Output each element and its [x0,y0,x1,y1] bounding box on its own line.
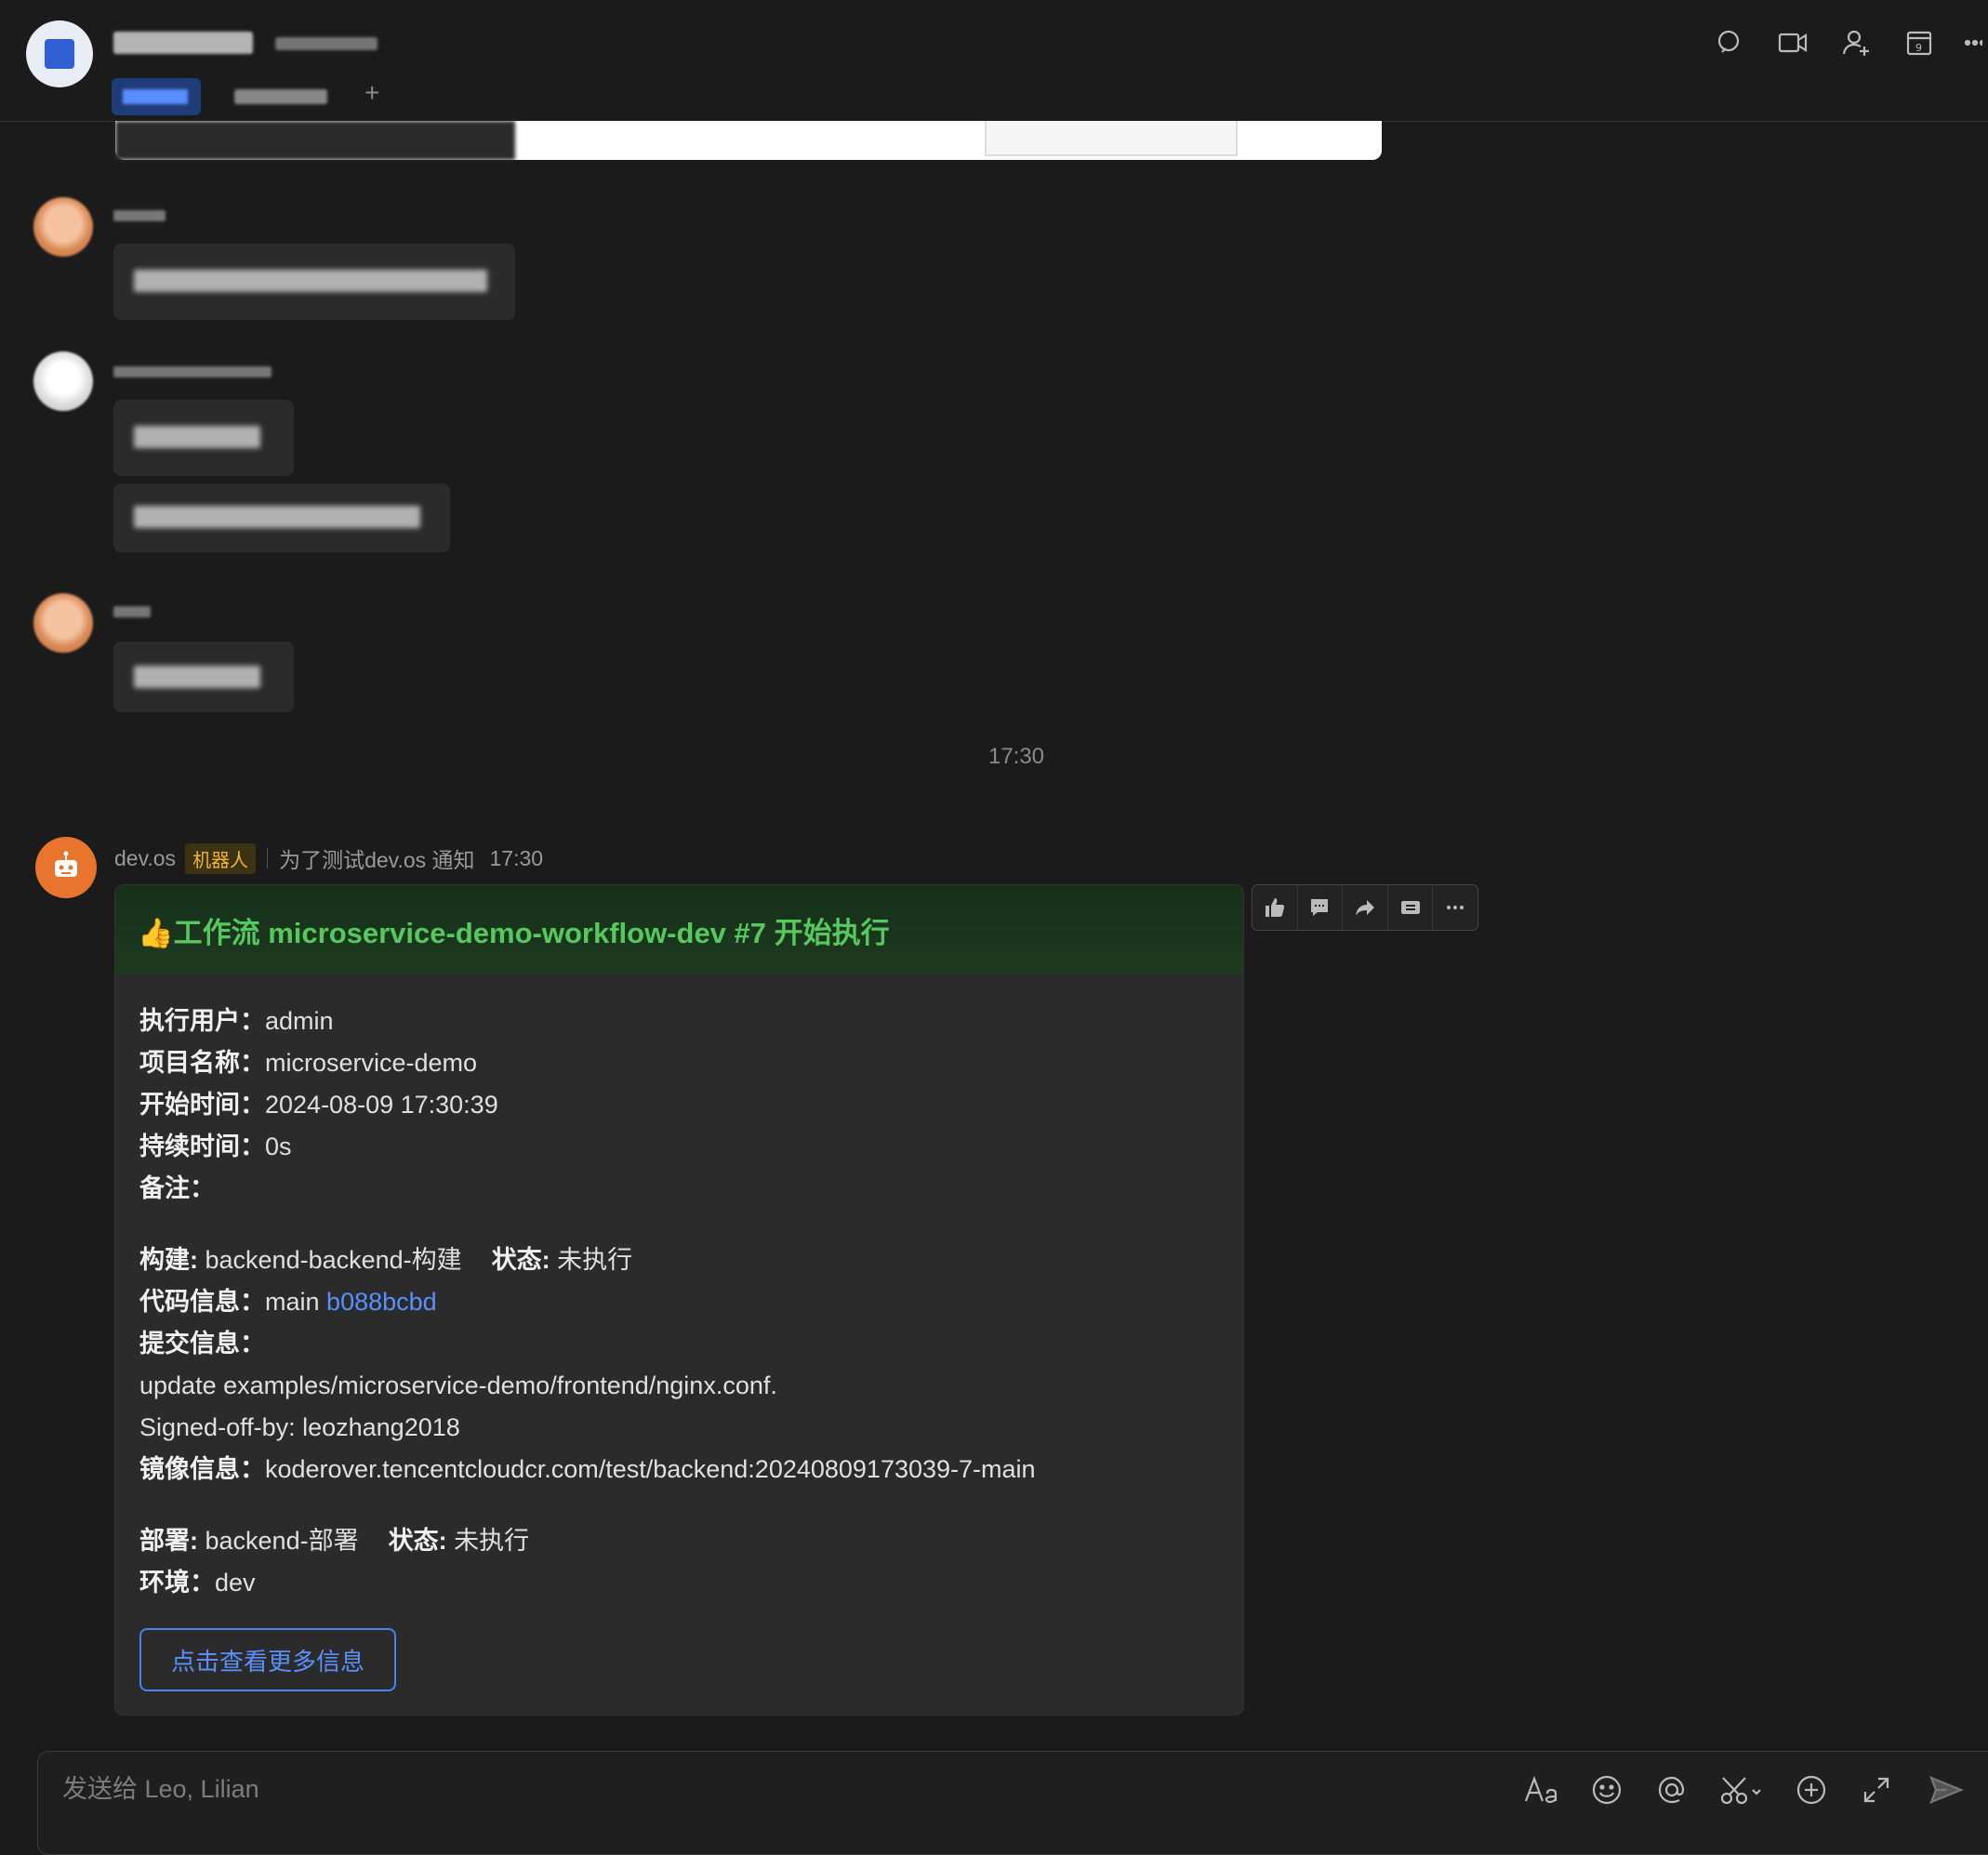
forward-icon[interactable] [1343,885,1388,930]
sender-name-redacted [113,606,151,617]
message-bubble[interactable] [113,244,515,320]
expand-icon[interactable] [1858,1771,1895,1809]
commit-msg-row: 提交信息： [139,1330,265,1358]
commit-link[interactable]: b088bcbd [326,1288,437,1316]
sender-name[interactable]: dev.os [114,846,176,871]
commit-msg-line1: update examples/microservice-demo/fronte… [139,1371,777,1399]
sender-name-redacted [113,366,272,378]
field-duration: 持续时间：0s [139,1133,292,1160]
header-actions: 9 [1711,24,1988,61]
message-bubble[interactable] [113,484,450,552]
quote-icon[interactable] [1388,885,1434,930]
code-info-row: 代码信息：main b088bcbd [139,1288,437,1316]
deploy-row: 部署: backend-部署 状态: 未执行 [139,1527,530,1555]
format-icon[interactable] [1523,1771,1560,1809]
bot-avatar[interactable] [35,837,97,898]
card-header: 👍工作流 microservice-demo-workflow-dev #7 开… [115,885,1243,974]
card-title: 👍工作流 microservice-demo-workflow-dev #7 开… [138,917,890,949]
card-body: 执行用户：admin 项目名称：microservice-demo 开始时间：2… [139,1000,1237,1604]
message-bubble[interactable] [113,642,294,712]
bot-meta: dev.os 机器人 为了测试dev.os 通知 17:30 [114,842,543,874]
add-tab-button[interactable]: + [364,78,379,108]
field-start-time: 开始时间：2024-08-09 17:30:39 [139,1091,498,1119]
divider [267,848,269,868]
group-avatar[interactable] [26,20,93,87]
field-user: 执行用户：admin [139,1007,334,1035]
chat-title-redacted [113,32,253,54]
mention-icon[interactable] [1653,1771,1690,1809]
plus-icon[interactable] [1793,1771,1830,1809]
calendar-icon[interactable]: 9 [1901,24,1938,61]
avatar[interactable] [33,351,93,411]
send-icon[interactable] [1923,1771,1969,1809]
message-action-bar [1252,884,1478,931]
notification-card: 👍工作流 microservice-demo-workflow-dev #7 开… [114,884,1244,1716]
more-icon[interactable] [1964,24,1982,61]
message-time: 17:30 [489,845,544,870]
avatar[interactable] [33,593,93,653]
avatar[interactable] [33,197,93,257]
message-source: 为了测试dev.os 通知 [279,848,475,872]
add-member-icon[interactable] [1837,24,1875,61]
time-divider: 17:30 [987,744,1045,769]
message-input[interactable] [60,1774,1459,1805]
comment-icon[interactable] [1298,885,1344,930]
sender-name-redacted [113,210,166,221]
commit-msg-line2: Signed-off-by: leozhang2018 [139,1413,460,1441]
bot-badge: 机器人 [185,842,257,874]
tab-docs-redacted[interactable] [234,89,327,104]
video-call-icon[interactable] [1774,24,1811,61]
tab-messages[interactable] [112,78,201,115]
env-row: 环境：dev [139,1569,256,1597]
previous-card-remnant [115,121,1382,160]
thumbs-up-icon[interactable] [1252,885,1298,930]
view-more-button[interactable]: 点击查看更多信息 [139,1628,396,1691]
search-icon[interactable] [1711,24,1748,61]
composer-toolbar [1523,1771,1988,1809]
thumbs-up-emoji: 👍 [138,917,174,949]
emoji-icon[interactable] [1588,1771,1625,1809]
build-row: 构建: backend-backend-构建 状态: 未执行 [139,1246,633,1274]
field-note: 备注： [139,1174,215,1202]
message-bubble[interactable] [113,400,294,476]
svg-text:9: 9 [1915,42,1922,54]
field-project: 项目名称：microservice-demo [139,1049,478,1077]
chat-subtitle-redacted [275,37,378,50]
screenshot-icon[interactable] [1718,1771,1765,1809]
more-icon[interactable] [1433,885,1478,930]
robot-icon [55,851,77,877]
image-info-row: 镜像信息：koderover.tencentcloudcr.com/test/b… [139,1455,1036,1483]
